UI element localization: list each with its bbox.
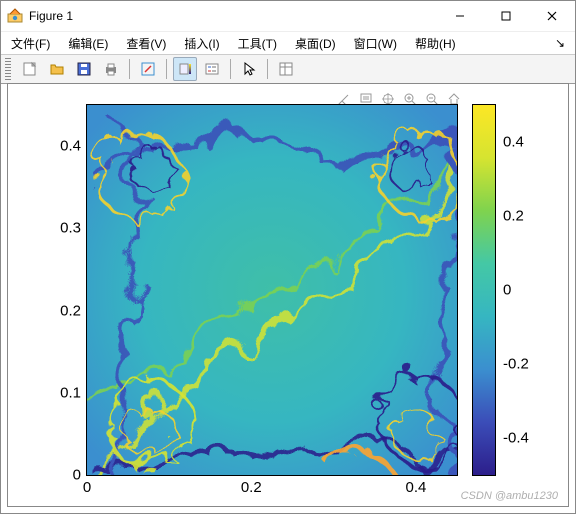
menu-file[interactable]: 文件(F): [7, 34, 54, 53]
toolbar-grip: [5, 58, 11, 80]
maximize-button[interactable]: [483, 1, 529, 31]
window-title: Figure 1: [29, 9, 73, 23]
cbar-tick-3: 0.2: [503, 208, 524, 225]
toolbar: [1, 55, 575, 84]
minimize-button[interactable]: [437, 1, 483, 31]
print-button[interactable]: [99, 57, 123, 81]
xtick-2: 0.4: [405, 479, 426, 496]
figure-area: 0 0.1 0.2 0.3 0.4 0 0.2 0.4 -0.4 -0.2 0 …: [7, 83, 569, 507]
menu-tools[interactable]: 工具(T): [234, 34, 281, 53]
properties-button[interactable]: [274, 57, 298, 81]
menu-insert[interactable]: 插入(I): [180, 34, 223, 53]
cbar-tick-0: -0.4: [503, 430, 529, 447]
colorbar[interactable]: -0.4 -0.2 0 0.2 0.4: [472, 104, 496, 476]
open-button[interactable]: [45, 57, 69, 81]
new-figure-button[interactable]: [18, 57, 42, 81]
cbar-tick-2: 0: [503, 282, 511, 299]
ytick-2: 0.2: [60, 302, 81, 319]
ytick-4: 0.4: [60, 138, 81, 155]
cbar-tick-1: -0.2: [503, 356, 529, 373]
colorbar-gradient: [473, 105, 495, 475]
watermark: CSDN @ambu1230: [461, 490, 558, 502]
menu-window[interactable]: 窗口(W): [350, 34, 401, 53]
menu-view[interactable]: 查看(V): [122, 34, 170, 53]
insert-colorbar-button[interactable]: [173, 57, 197, 81]
menubar: 文件(F) 编辑(E) 查看(V) 插入(I) 工具(T) 桌面(D) 窗口(W…: [1, 32, 575, 55]
edit-plot-button[interactable]: [136, 57, 160, 81]
axes[interactable]: 0 0.1 0.2 0.3 0.4 0 0.2 0.4: [86, 104, 458, 476]
ytick-3: 0.3: [60, 220, 81, 237]
close-button[interactable]: [529, 1, 575, 31]
cbar-tick-4: 0.4: [503, 134, 524, 151]
ytick-0: 0: [73, 467, 81, 484]
menu-more[interactable]: ↘: [551, 35, 569, 51]
menu-help[interactable]: 帮助(H): [411, 34, 460, 53]
menu-edit[interactable]: 编辑(E): [64, 34, 112, 53]
xtick-1: 0.2: [241, 479, 262, 496]
menu-desktop[interactable]: 桌面(D): [291, 34, 340, 53]
matlab-figure-icon: [7, 8, 23, 24]
titlebar: Figure 1: [1, 1, 575, 32]
save-button[interactable]: [72, 57, 96, 81]
xtick-0: 0: [83, 479, 91, 496]
figure-window: Figure 1 文件(F) 编辑(E) 查看(V) 插入(I) 工具(T) 桌…: [0, 0, 576, 514]
heatmap-image: [87, 105, 457, 475]
cursor-button[interactable]: [237, 57, 261, 81]
insert-legend-button[interactable]: [200, 57, 224, 81]
ytick-1: 0.1: [60, 384, 81, 401]
